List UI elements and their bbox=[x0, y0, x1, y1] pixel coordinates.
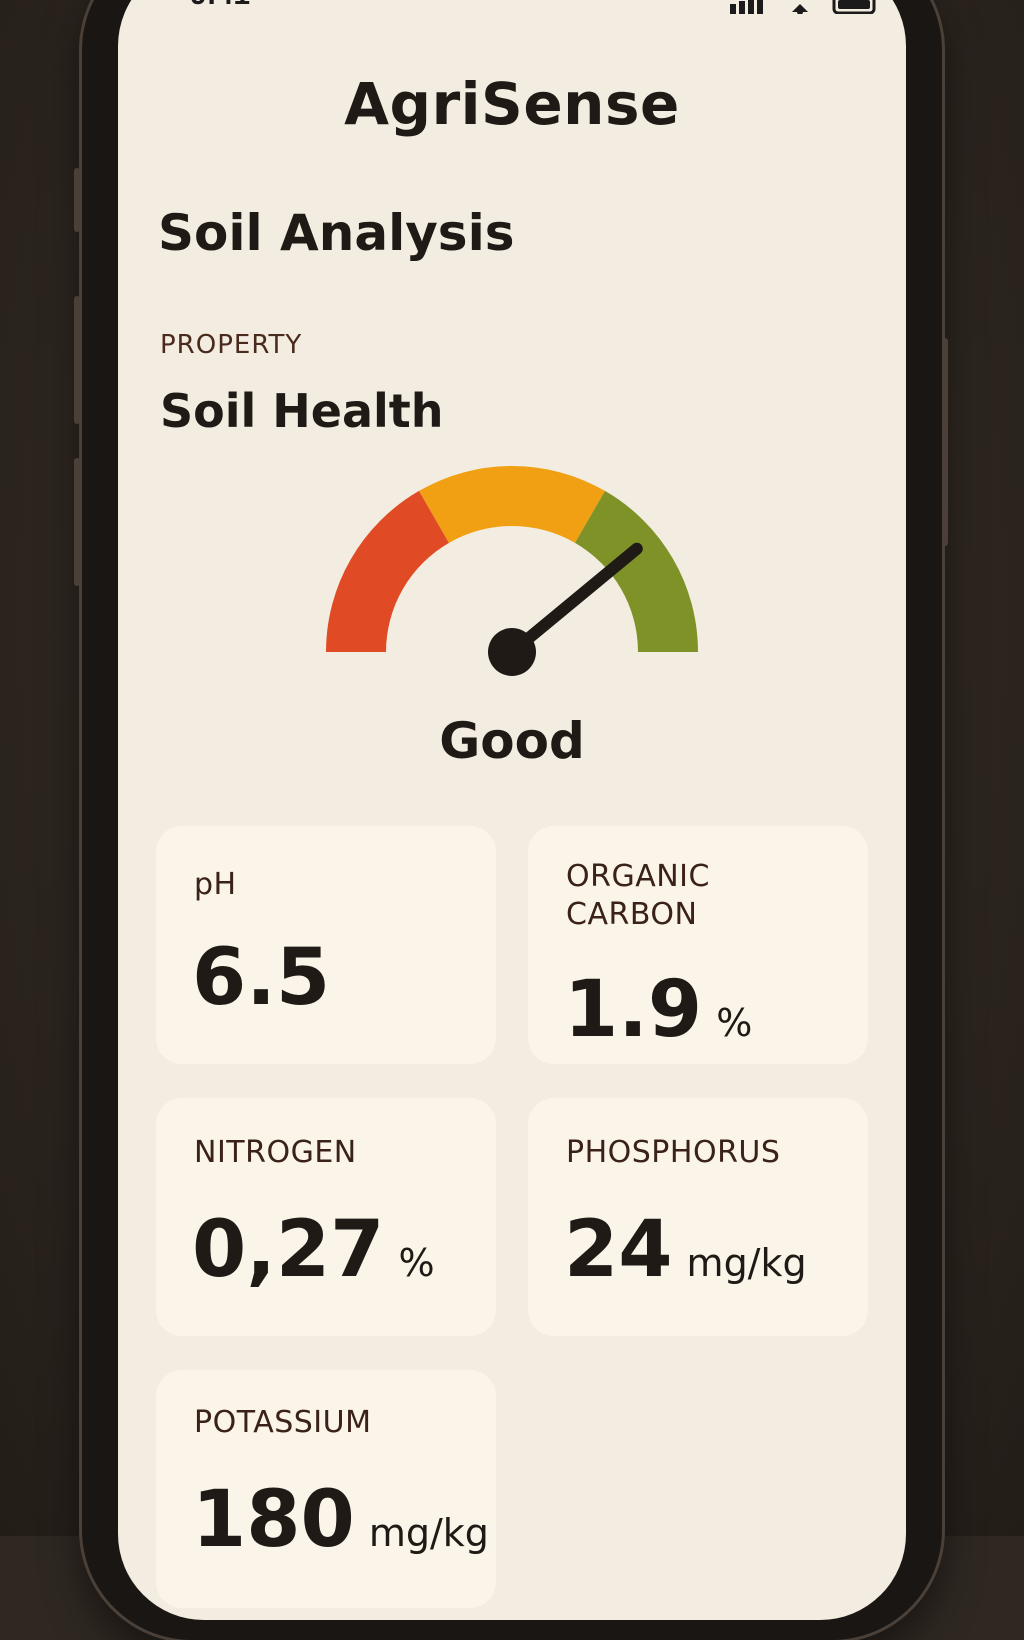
metric-unit: % bbox=[398, 1241, 435, 1285]
metric-label: PHOSPHORUS bbox=[566, 1135, 781, 1170]
metric-number: 0,27 bbox=[192, 1205, 385, 1295]
metric-label: NITROGEN bbox=[194, 1135, 357, 1170]
metric-label: POTASSIUM bbox=[194, 1405, 372, 1440]
metric-card-organic-carbon[interactable]: ORGANIC CARBON 1.9% bbox=[528, 826, 868, 1064]
side-button-silent bbox=[74, 168, 80, 232]
metric-unit: mg/kg bbox=[368, 1511, 489, 1555]
gauge-segments bbox=[326, 466, 698, 652]
metric-label: pH bbox=[194, 867, 237, 902]
metric-number: 6.5 bbox=[192, 933, 331, 1023]
gauge-needle-hub bbox=[488, 628, 536, 676]
metric-value: 24 mg/kg bbox=[564, 1210, 807, 1303]
metric-value: 1.9% bbox=[564, 970, 752, 1063]
gauge-needle bbox=[488, 542, 643, 676]
metric-value: 6.5 bbox=[192, 938, 330, 1018]
gauge-segment-poor bbox=[326, 490, 449, 652]
side-button-volume-down bbox=[74, 458, 80, 586]
metric-card-nitrogen[interactable]: NITROGEN 0,27% bbox=[156, 1098, 496, 1336]
metric-value: 180 mg/kg bbox=[192, 1480, 489, 1573]
metric-number: 24 bbox=[564, 1205, 673, 1295]
gauge-needle-line bbox=[506, 542, 643, 658]
metric-card-phosphorus[interactable]: PHOSPHORUS 24 mg/kg bbox=[528, 1098, 868, 1336]
metric-card-ph[interactable]: pH 6.5 bbox=[156, 826, 496, 1064]
metric-unit: % bbox=[716, 1001, 753, 1045]
metric-number: 180 bbox=[192, 1475, 355, 1565]
gauge-segment-fair bbox=[419, 466, 605, 543]
metric-unit: mg/kg bbox=[686, 1241, 807, 1285]
phone-screen: 9:41 AgriSense Soil Analysis PROPERTY So… bbox=[118, 0, 906, 1620]
metric-number: 1.9 bbox=[564, 965, 703, 1055]
metric-label: ORGANIC CARBON bbox=[566, 859, 710, 932]
soil-health-gauge bbox=[326, 466, 698, 676]
metric-card-potassium[interactable]: POTASSIUM 180 mg/kg bbox=[156, 1370, 496, 1608]
side-button-volume-up bbox=[74, 296, 80, 424]
gauge-status-label: Good bbox=[439, 712, 585, 770]
metric-value: 0,27% bbox=[192, 1210, 435, 1303]
gauge-segment-good bbox=[575, 490, 698, 652]
side-button-power bbox=[942, 338, 948, 546]
